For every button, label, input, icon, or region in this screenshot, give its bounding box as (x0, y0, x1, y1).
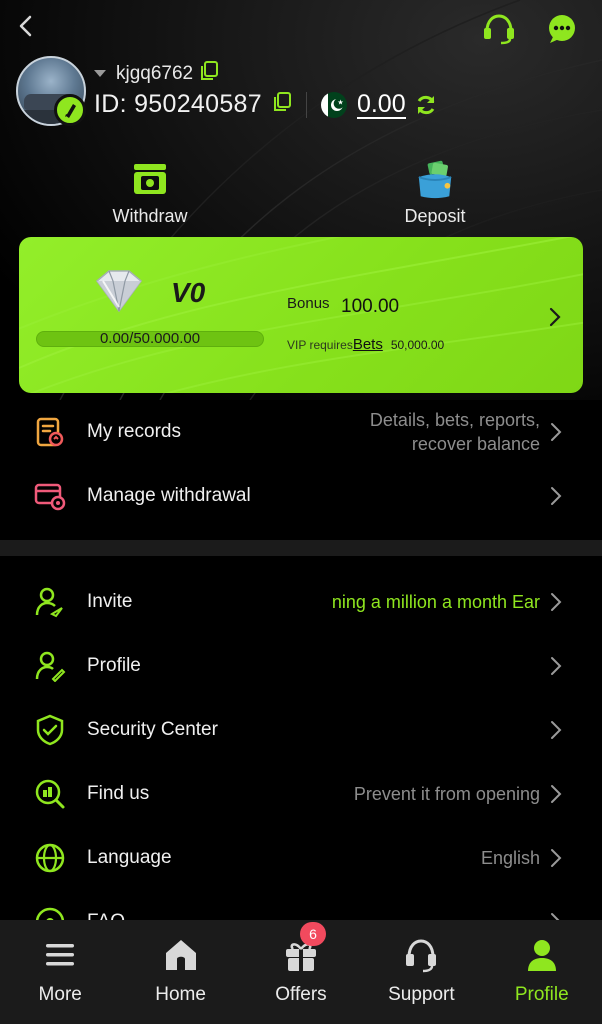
chevron-left-icon (19, 15, 32, 37)
edit-avatar-button[interactable] (54, 94, 86, 126)
vip-requirement: VIP requires Bets 50,000.00 (287, 336, 444, 353)
nav-more[interactable]: More (0, 920, 120, 1012)
nav-label: Home (155, 984, 206, 1005)
pakistan-flag-icon (320, 91, 347, 118)
support-button[interactable] (482, 12, 516, 46)
bonus-value: 100.00 (341, 296, 400, 317)
nav-label: Support (388, 984, 455, 1005)
menu-item-description: Prevent it from opening (353, 784, 540, 804)
nav-support[interactable]: Support (361, 920, 481, 1012)
section-divider (0, 540, 602, 556)
wallet-deposit-icon (415, 160, 455, 200)
records-icon (34, 416, 66, 448)
home-indicator (0, 1016, 602, 1024)
nav-label: Profile (514, 984, 569, 1005)
invite-user-icon (34, 586, 66, 618)
menu-secondary: Invite ning a million a month Ear Profil… (0, 570, 602, 954)
user-id-row: ID: 950240587 0.00 (94, 90, 438, 119)
chat-bubble-icon (549, 15, 575, 43)
deposit-label: Deposit (404, 206, 466, 226)
menu-item-language[interactable]: Language English (0, 826, 602, 890)
menu-item-description: Details, bets, reports, recover balance (370, 408, 540, 456)
menu-item-label: Find us (87, 783, 150, 804)
menu-item-label: My records (87, 421, 181, 442)
menu-item-label: Security Center (87, 719, 218, 740)
menu-item-manage-withdrawal[interactable]: Manage withdrawal (0, 464, 602, 528)
copy-username-button[interactable] (199, 60, 219, 87)
chevron-right-icon (551, 487, 562, 505)
user-icon (522, 936, 562, 974)
vip-requires-label: VIP requires (287, 338, 353, 352)
deposit-button[interactable]: Deposit (360, 160, 510, 227)
nav-home[interactable]: Home (120, 920, 240, 1012)
bets-link[interactable]: Bets (353, 336, 383, 353)
current-language: English (480, 848, 540, 868)
username-row: kjgq6762 (94, 60, 219, 87)
home-icon (161, 936, 201, 974)
menu-item-label: Manage withdrawal (87, 485, 251, 506)
divider (305, 91, 307, 118)
user-id: ID: 950240587 (94, 90, 262, 118)
chevron-right-icon (551, 423, 562, 441)
withdraw-cash-icon (130, 160, 170, 200)
vip-requires-amount: 50,000.00 (390, 338, 445, 352)
shield-check-icon (34, 714, 66, 746)
menu-item-label: Profile (87, 655, 141, 676)
withdraw-label: Withdraw (112, 206, 188, 226)
back-button[interactable] (10, 10, 42, 42)
copy-icon (273, 92, 291, 111)
chat-button[interactable] (545, 12, 579, 46)
balance-amount[interactable]: 0.00 (356, 91, 406, 119)
edit-pencil-icon (65, 104, 76, 118)
profile-edit-icon (34, 650, 66, 682)
refresh-balance-button[interactable] (414, 93, 438, 117)
menu-item-label: Invite (87, 591, 133, 612)
refresh-icon (417, 95, 434, 114)
vip-diamond-icon (95, 270, 143, 313)
nav-label: More (38, 984, 82, 1005)
chevron-right-icon[interactable] (547, 305, 563, 329)
menu-primary: My records Details, bets, reports, recov… (0, 400, 602, 528)
chevron-down-icon[interactable] (94, 70, 106, 77)
chevron-right-icon (551, 721, 562, 739)
nav-profile[interactable]: Profile (482, 920, 602, 1012)
chevron-right-icon (551, 657, 562, 675)
withdrawal-settings-icon (34, 480, 66, 512)
menu-item-security-center[interactable]: Security Center (0, 698, 602, 762)
chevron-right-icon (551, 785, 562, 803)
headset-icon (484, 14, 514, 45)
vip-progress-text: 0.00/50.000.00 (99, 330, 201, 347)
menu-item-invite[interactable]: Invite ning a million a month Ear (0, 570, 602, 634)
headset-icon (401, 936, 441, 974)
chevron-right-icon (551, 849, 562, 867)
withdraw-button[interactable]: Withdraw (75, 160, 225, 227)
bonus-label: Bonus (287, 295, 330, 312)
invite-marquee-text: ning a million a month Ear (331, 592, 540, 612)
chevron-right-icon (551, 593, 562, 611)
bottom-navigation: More Home Offers Support Profile 6 (0, 920, 602, 1024)
offers-badge: 6 (300, 922, 326, 946)
menu-item-label: Language (87, 847, 172, 868)
menu-icon (40, 936, 80, 974)
nav-label: Offers (275, 984, 327, 1005)
menu-item-my-records[interactable]: My records Details, bets, reports, recov… (0, 400, 602, 464)
copy-id-button[interactable] (272, 91, 292, 118)
globe-icon (34, 842, 66, 874)
description-line-2: recover balance (411, 434, 540, 454)
vip-card[interactable]: V0 0.00/50.000.00 Bonus 100.00 VIP requi… (19, 237, 583, 393)
menu-item-profile[interactable]: Profile (0, 634, 602, 698)
find-us-icon (34, 778, 66, 810)
description-line-1: Details, bets, reports, (369, 410, 540, 430)
copy-icon (201, 61, 219, 80)
profile-screen: kjgq6762 ID: 950240587 0.00 Withdraw Dep… (0, 0, 602, 1024)
menu-item-find-us[interactable]: Find us Prevent it from opening (0, 762, 602, 826)
username: kjgq6762 (116, 62, 194, 84)
vip-level: V0 (171, 277, 206, 308)
